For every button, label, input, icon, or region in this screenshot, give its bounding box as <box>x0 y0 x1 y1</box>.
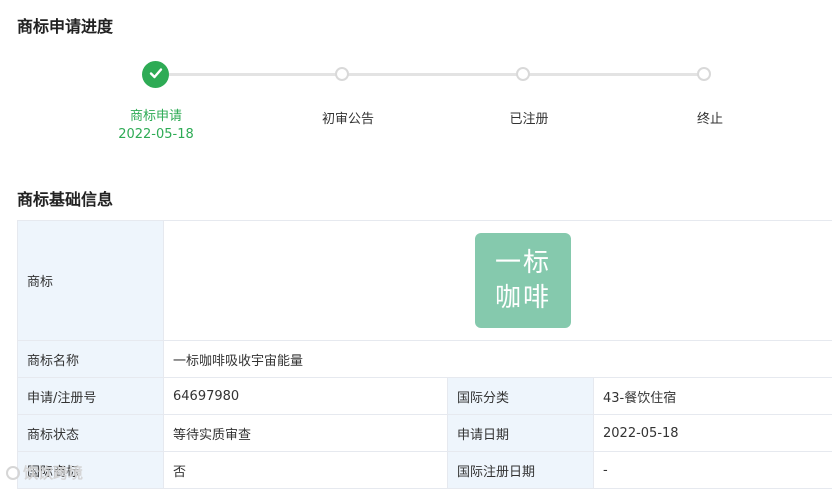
step-4-label: 终止 <box>696 112 724 127</box>
step-1-label: 商标申请 <box>129 109 183 124</box>
trademark-label: 商标 <box>17 220 164 341</box>
table-row: 申请/注册号 64697980 国际分类 43-餐饮住宿 <box>17 377 832 415</box>
name-label: 商标名称 <box>17 340 164 378</box>
step-2-label: 初审公告 <box>321 112 375 127</box>
step-3-label: 已注册 <box>509 112 549 127</box>
watermark: 饮饮跨境 <box>6 462 83 483</box>
watermark-text: 饮饮跨境 <box>23 464 84 482</box>
watermark-logo-icon <box>6 465 20 480</box>
info-title: 商标基础信息 <box>17 190 114 209</box>
table-row: 商标 一标 咖啡 <box>17 220 832 341</box>
step-2-marker <box>335 67 349 81</box>
progress-track <box>156 73 705 76</box>
status-label: 商标状态 <box>17 414 164 452</box>
apply-date-value: 2022-05-18 <box>593 414 832 452</box>
trademark-info-table: 商标 一标 咖啡 商标名称 一标咖啡吸收宇宙能量 申请/注册号 64697980… <box>17 220 832 489</box>
apply-date-label: 申请日期 <box>447 414 594 452</box>
step-1-done-marker <box>142 61 169 88</box>
name-value: 一标咖啡吸收宇宙能量 <box>163 340 832 378</box>
reg-no-value: 64697980 <box>163 377 448 415</box>
trademark-image-cell: 一标 咖啡 <box>163 220 832 341</box>
status-value: 等待实质审查 <box>163 414 448 452</box>
intl-class-value: 43-餐饮住宿 <box>593 377 832 415</box>
intl-tm-value: 否 <box>163 451 448 489</box>
reg-no-label: 申请/注册号 <box>17 377 164 415</box>
trademark-logo: 一标 咖啡 <box>475 233 571 328</box>
progress-title: 商标申请进度 <box>17 17 114 36</box>
trademark-logo-line-1: 一标 <box>494 247 551 278</box>
intl-class-label: 国际分类 <box>447 377 594 415</box>
step-1-date: 2022-05-18 <box>118 127 194 142</box>
table-row: 商标状态 等待实质审查 申请日期 2022-05-18 <box>17 414 832 452</box>
step-3-marker <box>516 67 530 81</box>
check-icon <box>148 65 164 85</box>
step-4-marker <box>697 67 711 81</box>
table-row: 商标名称 一标咖啡吸收宇宙能量 <box>17 340 832 378</box>
trademark-logo-line-2: 咖啡 <box>494 282 551 313</box>
table-row: 国际商标 否 国际注册日期 - <box>17 451 832 489</box>
intl-reg-date-label: 国际注册日期 <box>447 451 594 489</box>
intl-reg-date-value: - <box>593 451 832 489</box>
